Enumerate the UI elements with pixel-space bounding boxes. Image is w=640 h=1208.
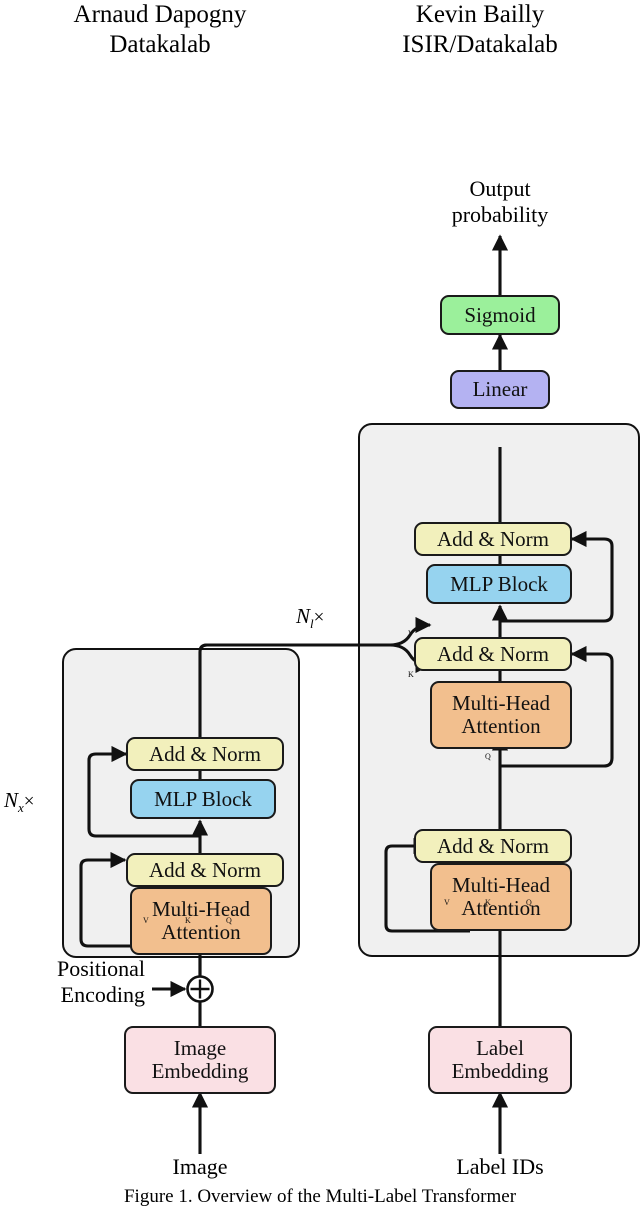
- decoder-repeat-n: N: [296, 604, 311, 628]
- author-affiliation: ISIR/Datakalab: [402, 30, 558, 58]
- author-name: Kevin Bailly: [415, 1, 545, 28]
- author-block: Arnaud Dapogny Datakalab Kevin Bailly IS…: [0, 0, 640, 76]
- decoder-repeat-label: Nl×: [296, 604, 324, 632]
- dec-self-q-label: q: [526, 896, 532, 908]
- enc-q-label: q: [226, 914, 232, 926]
- positional-encoding-label: Positional Encoding: [0, 956, 145, 1007]
- enc-k-label: k: [185, 914, 191, 926]
- encoder-repeat-n: N: [4, 788, 19, 812]
- positional-line2: Encoding: [60, 981, 145, 1007]
- dec-self-v-label: v: [444, 896, 450, 908]
- dec-cross-v-label: v: [408, 627, 414, 639]
- author-column-1: Arnaud Dapogny Datakalab: [0, 0, 320, 76]
- figure-page: Arnaud Dapogny Datakalab Kevin Bailly IS…: [0, 0, 640, 1207]
- input-label-ids-label: Label IDs: [456, 1154, 544, 1179]
- decoder-repeat-times: ×: [313, 607, 325, 628]
- enc-v-label: v: [143, 914, 149, 926]
- dec-self-k-label: k: [485, 896, 491, 908]
- encoder-repeat-times: ×: [23, 791, 35, 812]
- input-image-label: Image: [172, 1154, 228, 1179]
- author-affiliation: Datakalab: [109, 30, 211, 58]
- figure-caption: Figure 1. Overview of the Multi-Label Tr…: [123, 1186, 517, 1207]
- architecture-diagram: Output probability Sigmoid Linear Add & …: [0, 76, 640, 1186]
- author-column-2: Kevin Bailly ISIR/Datakalab: [320, 0, 640, 76]
- author-name: Arnaud Dapogny: [73, 1, 247, 28]
- positional-line1: Positional: [56, 956, 145, 981]
- dec-cross-k-label: k: [408, 668, 414, 680]
- encoder-repeat-label: Nx×: [4, 788, 35, 816]
- dec-cross-q-label: q: [485, 750, 491, 762]
